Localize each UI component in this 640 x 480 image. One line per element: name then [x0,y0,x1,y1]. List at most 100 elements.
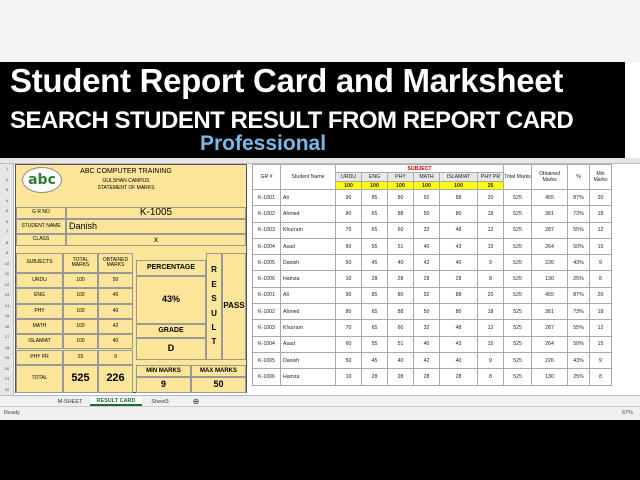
table-cell[interactable]: 85 [361,286,388,305]
table-cell[interactable]: 55% [567,319,590,337]
table-cell[interactable]: 48 [439,319,478,337]
table-cell[interactable]: 51 [387,335,414,353]
table-cell[interactable]: K-1003 [252,221,281,239]
table-cell[interactable]: Khurram [280,319,336,337]
table-cell[interactable]: 40 [413,335,440,353]
table-cell[interactable]: K-1004 [252,237,281,256]
table-cell[interactable]: Hamza [280,270,336,288]
table-cell[interactable]: 525 [503,270,532,288]
table-cell[interactable]: 525 [503,286,532,305]
table-cell[interactable]: 525 [503,221,532,239]
table-cell[interactable]: 8 [477,368,504,386]
table-cell[interactable]: 8 [589,368,612,386]
table-cell[interactable]: Asad [280,335,336,353]
table-cell[interactable]: 18 [477,205,504,223]
table-cell[interactable]: 80 [387,286,414,305]
table-cell[interactable]: 12 [477,319,504,337]
table-cell[interactable]: K-1001 [252,286,281,305]
table-cell[interactable]: 20 [477,286,504,305]
table-cell[interactable]: 18 [589,205,612,223]
table-cell[interactable]: 525 [503,351,532,370]
table-cell[interactable]: 50% [567,335,590,353]
table-cell[interactable]: 50% [567,237,590,256]
table-cell[interactable]: Ali [280,188,336,207]
table-cell[interactable]: 42 [413,254,440,272]
table-cell[interactable]: 28 [439,270,478,288]
table-cell[interactable]: 80 [439,303,478,321]
table-cell[interactable]: 525 [503,368,532,386]
table-cell[interactable]: 43% [567,254,590,272]
table-cell[interactable]: 73% [567,205,590,223]
table-cell[interactable]: 8 [477,270,504,288]
tab-result-card[interactable]: RESULT CARD [90,397,142,406]
table-cell[interactable]: 264 [531,237,568,256]
table-cell[interactable]: 130 [531,368,568,386]
table-cell[interactable]: K-1006 [252,270,281,288]
table-cell[interactable]: 381 [531,303,568,321]
table-cell[interactable]: K-1001 [252,188,281,207]
table-cell[interactable]: 525 [503,205,532,223]
table-cell[interactable]: 40 [413,237,440,256]
table-cell[interactable]: Hamza [280,368,336,386]
table-cell[interactable]: Khurram [280,221,336,239]
table-cell[interactable]: K-1002 [252,303,281,321]
tab-sheet3[interactable]: Sheet3 [144,397,176,406]
table-cell[interactable]: 287 [531,221,568,239]
table-cell[interactable]: 8 [589,270,612,288]
table-cell[interactable]: K-1006 [252,368,281,386]
table-cell[interactable]: 85 [361,188,388,207]
table-cell[interactable]: 130 [531,270,568,288]
table-cell[interactable]: 60 [387,221,414,239]
table-cell[interactable]: 9 [477,351,504,370]
table-cell[interactable]: Danish [280,351,336,370]
table-cell[interactable]: 381 [531,205,568,223]
table-cell[interactable]: 12 [589,319,612,337]
table-cell[interactable]: 15 [589,237,612,256]
table-cell[interactable]: 65 [361,205,388,223]
table-cell[interactable]: 55% [567,221,590,239]
add-sheet-icon[interactable]: ⊕ [190,397,202,406]
table-cell[interactable]: 32 [413,319,440,337]
table-cell[interactable]: 43% [567,351,590,370]
table-cell[interactable]: 65 [361,303,388,321]
table-cell[interactable]: 226 [531,254,568,272]
table-cell[interactable]: Ali [280,286,336,305]
table-cell[interactable]: 90 [335,188,362,207]
table-cell[interactable]: 10 [335,270,362,288]
table-cell[interactable]: 70 [335,221,362,239]
table-cell[interactable]: 50 [335,254,362,272]
table-cell[interactable]: 87% [567,286,590,305]
table-cell[interactable]: 525 [503,319,532,337]
table-cell[interactable]: 80 [335,205,362,223]
table-cell[interactable]: 28 [413,368,440,386]
table-cell[interactable]: K-1004 [252,335,281,353]
table-cell[interactable]: 525 [503,303,532,321]
table-cell[interactable]: 45 [361,351,388,370]
table-cell[interactable]: 45 [361,254,388,272]
table-cell[interactable]: 20 [589,188,612,207]
table-cell[interactable]: 28 [413,270,440,288]
table-cell[interactable]: 65 [361,221,388,239]
table-cell[interactable]: 50 [335,351,362,370]
table-cell[interactable]: K-1005 [252,351,281,370]
table-cell[interactable]: 28 [361,270,388,288]
table-cell[interactable]: 264 [531,335,568,353]
table-cell[interactable]: 18 [589,303,612,321]
table-cell[interactable]: 28 [387,270,414,288]
table-cell[interactable]: 15 [477,335,504,353]
table-cell[interactable]: 9 [589,254,612,272]
table-cell[interactable]: 40 [439,254,478,272]
table-cell[interactable]: 55 [361,335,388,353]
table-cell[interactable]: 88 [387,205,414,223]
table-cell[interactable]: 25% [567,368,590,386]
table-cell[interactable]: K-1003 [252,319,281,337]
table-cell[interactable]: 88 [387,303,414,321]
table-cell[interactable]: 40 [439,351,478,370]
table-cell[interactable]: Danish [280,254,336,272]
table-cell[interactable]: 60 [335,335,362,353]
table-cell[interactable]: 525 [503,335,532,353]
table-cell[interactable]: 525 [503,188,532,207]
table-cell[interactable]: 455 [531,188,568,207]
table-cell[interactable]: 42 [413,351,440,370]
table-cell[interactable]: 43 [439,237,478,256]
